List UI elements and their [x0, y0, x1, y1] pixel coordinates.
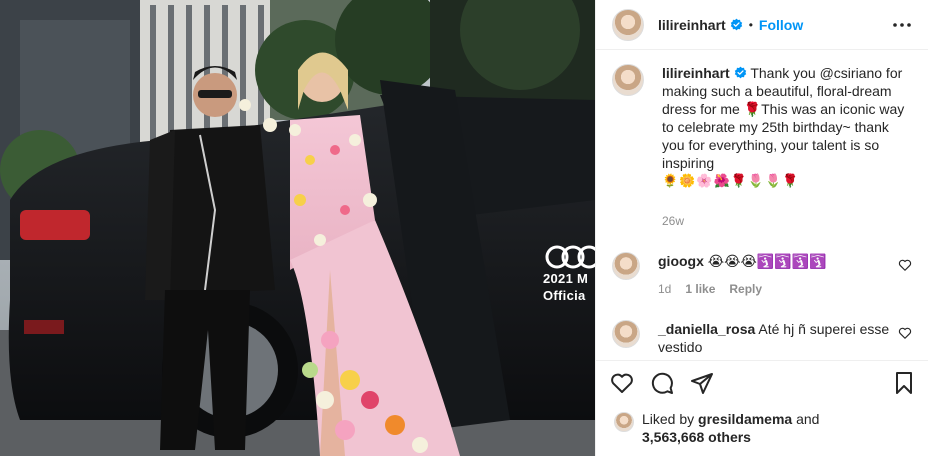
like-heart-icon[interactable]	[610, 371, 634, 395]
verified-badge-icon	[734, 66, 746, 79]
likes-and: and	[796, 411, 820, 427]
comment-username[interactable]: _daniella_rosa	[658, 321, 755, 337]
likes-summary: Liked by gresildamema and 3,563,668 othe…	[596, 404, 928, 456]
comment-meta: 1d 1 like Reply	[658, 280, 908, 298]
car-brand-text: 2021 M Officia	[543, 270, 588, 304]
save-bookmark-icon[interactable]	[892, 371, 916, 395]
post-sidebar: lilireinhart • Follow lilireinhart Thank…	[595, 0, 928, 456]
more-horizontal-icon	[893, 22, 911, 27]
comment-like-heart-icon[interactable]	[898, 258, 912, 272]
caption-age[interactable]: 26w	[662, 212, 912, 230]
comment-item: gioogx 😭😭😭🛐🛐🛐🛐 1d 1 like Reply	[612, 252, 912, 298]
comment-item: _daniella_rosa Até hj ñ superei esse ves…	[612, 320, 912, 356]
likes-others[interactable]: 3,563,668 others	[642, 429, 751, 445]
comment-likes[interactable]: 1 like	[685, 282, 715, 296]
comment-username[interactable]: gioogx	[658, 253, 704, 269]
photo-illustration	[0, 0, 595, 456]
header-separator: •	[748, 17, 753, 32]
verified-badge-icon	[730, 18, 742, 31]
comment-avatar[interactable]	[612, 252, 640, 280]
post-header: lilireinhart • Follow	[596, 0, 928, 50]
car-brand-line2: Officia	[543, 288, 586, 303]
comment-text: 😭😭😭🛐🛐🛐🛐	[707, 253, 827, 269]
car-brand-line1: 2021 M	[543, 271, 589, 286]
comments-list[interactable]: lilireinhart Thank you @csiriano for mak…	[596, 50, 928, 360]
instagram-post: 2021 M Officia lilireinhart • Follow lil…	[0, 0, 928, 456]
comment-avatar[interactable]	[612, 320, 640, 348]
caption-body: lilireinhart Thank you @csiriano for mak…	[662, 64, 912, 230]
author-avatar[interactable]	[612, 8, 644, 41]
post-actions	[596, 360, 928, 404]
likes-user[interactable]: gresildamema	[698, 411, 792, 427]
caption: lilireinhart Thank you @csiriano for mak…	[612, 64, 912, 230]
caption-username[interactable]: lilireinhart	[662, 65, 730, 81]
caption-emojis: 🌻🌼🌸🌺🌹🌷🌷🌹	[662, 173, 800, 188]
share-send-icon[interactable]	[690, 371, 714, 395]
comment-reply-button[interactable]: Reply	[729, 282, 762, 296]
author-username[interactable]: lilireinhart	[658, 17, 726, 33]
caption-avatar[interactable]	[612, 64, 644, 96]
likes-text: Liked by gresildamema and 3,563,668 othe…	[642, 410, 819, 446]
more-options-button[interactable]	[890, 13, 914, 37]
comment-body: _daniella_rosa Até hj ñ superei esse ves…	[658, 320, 908, 356]
liker-avatar[interactable]	[614, 412, 634, 432]
comment-body: gioogx 😭😭😭🛐🛐🛐🛐 1d 1 like Reply	[658, 252, 908, 298]
post-photo[interactable]: 2021 M Officia	[0, 0, 595, 456]
comment-like-heart-icon[interactable]	[898, 326, 912, 340]
likes-prefix: Liked by	[642, 411, 695, 427]
comment-icon[interactable]	[650, 371, 674, 395]
follow-button[interactable]: Follow	[759, 17, 803, 33]
comment-time[interactable]: 1d	[658, 282, 671, 296]
